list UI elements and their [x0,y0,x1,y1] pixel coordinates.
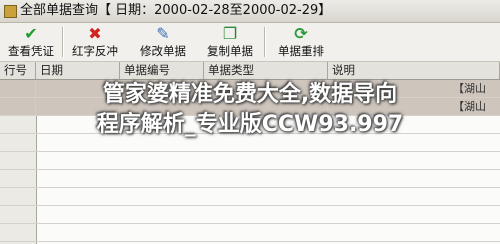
edit-document-button[interactable]: ✎ 修改单据 [130,23,196,60]
app-icon [4,5,17,18]
view-voucher-label: 查看凭证 [8,44,54,58]
red-reverse-label: 红字反冲 [72,44,118,58]
overlay-caption-line-1: 管家婆精准免费大全,数据导向 [102,82,398,107]
window-titlebar: 全部单据查询【 日期：2000-02-28至2000-02-29】 [0,0,500,23]
window-title: 全部单据查询【 日期：2000-02-28至2000-02-29】 [20,3,332,18]
overlay-caption: 管家婆精准免费大全,数据导向 程序解析_专业版CCW93.997 [0,80,500,140]
column-header-row-number[interactable]: 行号 [0,62,36,79]
grid-header: 行号 日期 单据编号 单据类型 说明 [0,62,500,80]
reorder-documents-label: 单据重排 [278,44,324,58]
table-row[interactable] [0,206,500,224]
check-icon: ✔ [24,24,38,43]
column-header-doc-number[interactable]: 单据编号 [120,62,204,79]
toolbar-separator [264,27,266,57]
table-row[interactable] [0,188,500,206]
reorder-documents-button[interactable]: ⟳ 单据重排 [268,23,334,60]
table-row[interactable] [0,152,500,170]
edit-icon: ✎ [156,24,170,43]
copy-icon: ❐ [222,24,238,43]
column-header-date[interactable]: 日期 [36,62,120,79]
edit-document-label: 修改单据 [140,44,186,58]
red-x-icon: ✖ [88,24,102,43]
copy-document-button[interactable]: ❐ 复制单据 [198,23,262,60]
copy-document-label: 复制单据 [207,44,253,58]
column-header-note[interactable]: 说明 [328,62,500,79]
column-header-doc-type[interactable]: 单据类型 [204,62,328,79]
toolbar: ✔ 查看凭证 ✖ 红字反冲 ✎ 修改单据 ❐ 复制单据 ⟳ 单据重排 [0,23,500,62]
refresh-icon: ⟳ [294,24,308,43]
overlay-caption-line-2: 程序解析_专业版CCW93.997 [96,112,404,137]
red-reverse-button[interactable]: ✖ 红字反冲 [64,23,126,60]
view-voucher-button[interactable]: ✔ 查看凭证 [2,23,60,60]
table-row[interactable] [0,170,500,188]
table-row[interactable] [0,224,500,242]
